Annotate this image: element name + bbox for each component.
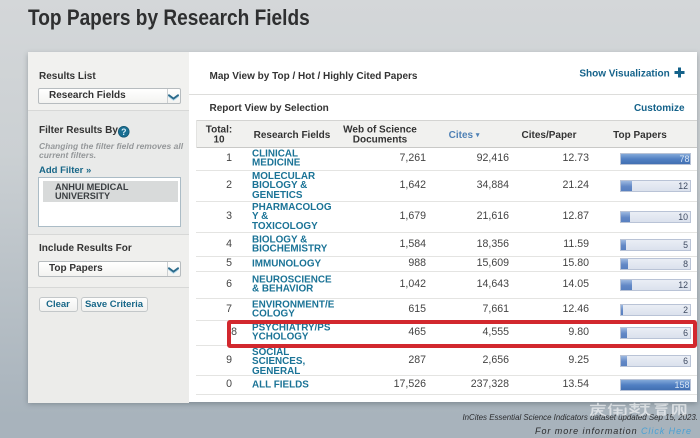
svg-text:?: ? xyxy=(121,127,126,137)
